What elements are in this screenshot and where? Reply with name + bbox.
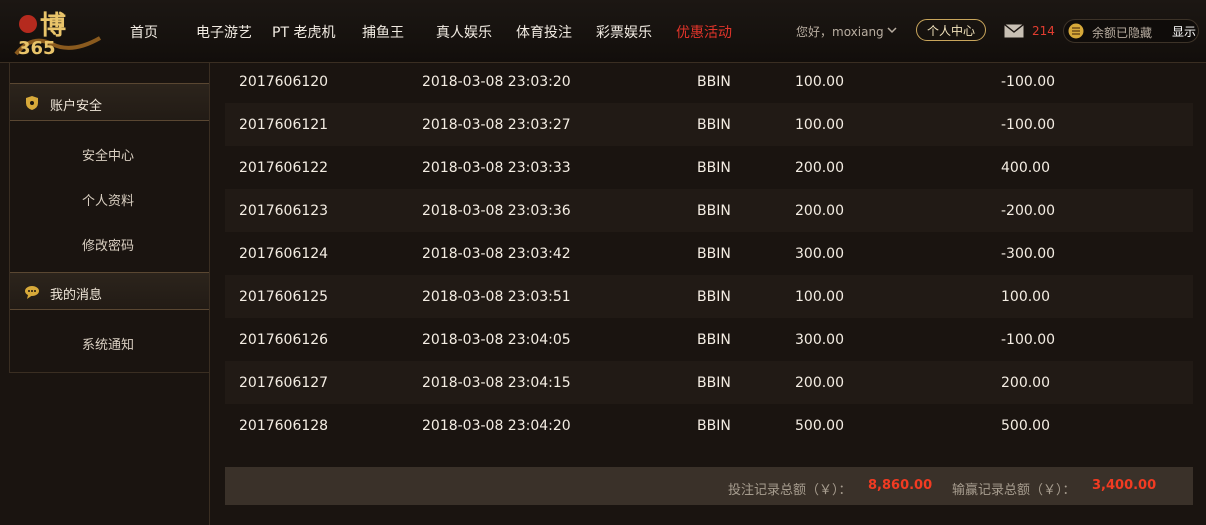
nav-lottery[interactable]: 彩票娱乐: [596, 22, 652, 42]
platform: BBIN: [697, 332, 731, 348]
nav-pt-slots[interactable]: PT 老虎机: [272, 22, 335, 42]
platform: BBIN: [697, 160, 731, 176]
sidebar-section-label: 我的消息: [50, 288, 103, 303]
chevron-down-icon[interactable]: [887, 26, 897, 34]
order-id: 2017606122: [239, 160, 329, 176]
bet-amount: 100.00: [795, 74, 844, 90]
balance-box: 余额已隐藏 显示: [1063, 19, 1199, 43]
order-id: 2017606124: [239, 246, 329, 262]
bet-amount: 100.00: [795, 289, 844, 305]
sidebar: 账户安全 安全中心 个人资料 修改密码 我的消息 系统通知: [9, 63, 210, 373]
bet-amount: 200.00: [795, 160, 844, 176]
table-row: 2017606124 2018-03-08 23:03:42 BBIN 300.…: [225, 232, 1193, 275]
win-loss: 500.00: [1001, 418, 1050, 434]
win-loss: 100.00: [1001, 289, 1050, 305]
platform: BBIN: [697, 203, 731, 219]
nav-promotions[interactable]: 优惠活动: [676, 22, 732, 42]
sidebar-item-personal-info[interactable]: 个人资料: [10, 190, 209, 210]
mail-count-badge: 214: [1032, 24, 1055, 38]
order-id: 2017606120: [239, 74, 329, 90]
bet-time: 2018-03-08 23:04:15: [422, 375, 571, 391]
bet-total-label: 投注记录总额（￥）：: [728, 483, 852, 498]
bet-amount: 100.00: [795, 117, 844, 133]
bet-time: 2018-03-08 23:03:27: [422, 117, 571, 133]
win-loss: -100.00: [1001, 332, 1056, 348]
platform: BBIN: [697, 117, 731, 133]
platform: BBIN: [697, 74, 731, 90]
nav-electronic-games[interactable]: 电子游艺: [196, 22, 252, 42]
win-loss: 400.00: [1001, 160, 1050, 176]
bet-time: 2018-03-08 23:03:42: [422, 246, 571, 262]
win-loss: -200.00: [1001, 203, 1056, 219]
nav-home[interactable]: 首页: [130, 22, 158, 42]
order-id: 2017606125: [239, 289, 329, 305]
bet-time: 2018-03-08 23:03:51: [422, 289, 571, 305]
win-total-label: 输赢记录总额（￥）：: [952, 483, 1076, 498]
totals-summary-bar: 投注记录总额（￥）： 8,860.00 输赢记录总额（￥）： 3,400.00: [225, 467, 1193, 505]
table-row: 2017606126 2018-03-08 23:04:05 BBIN 300.…: [225, 318, 1193, 361]
order-id: 2017606121: [239, 117, 329, 133]
bet-amount: 500.00: [795, 418, 844, 434]
table-row: 2017606125 2018-03-08 23:03:51 BBIN 100.…: [225, 275, 1193, 318]
table-row: 2017606120 2018-03-08 23:03:20 BBIN 100.…: [225, 60, 1193, 103]
bet-time: 2018-03-08 23:04:20: [422, 418, 571, 434]
win-total-value: 3,400.00: [1092, 478, 1157, 493]
shield-icon: [26, 96, 38, 110]
bet-total-value: 8,860.00: [868, 478, 933, 493]
bet-amount: 200.00: [795, 375, 844, 391]
svg-text:365: 365: [18, 38, 56, 58]
win-loss: -100.00: [1001, 117, 1056, 133]
balance-hidden-text: 余额已隐藏: [1092, 26, 1153, 40]
nav-fishing-king[interactable]: 捕鱼王: [362, 22, 404, 42]
nav-live-casino[interactable]: 真人娱乐: [436, 22, 492, 42]
chat-icon: [25, 286, 39, 299]
order-id: 2017606123: [239, 203, 329, 219]
win-loss: -100.00: [1001, 74, 1056, 90]
svg-text:博: 博: [40, 11, 66, 41]
platform: BBIN: [697, 246, 731, 262]
platform: BBIN: [697, 418, 731, 434]
bet-amount: 300.00: [795, 332, 844, 348]
table-row: 2017606123 2018-03-08 23:03:36 BBIN 200.…: [225, 189, 1193, 232]
sidebar-section-my-messages[interactable]: 我的消息: [10, 272, 209, 310]
bet-time: 2018-03-08 23:03:36: [422, 203, 571, 219]
bet-amount: 200.00: [795, 203, 844, 219]
platform: BBIN: [697, 289, 731, 305]
win-loss: 200.00: [1001, 375, 1050, 391]
order-id: 2017606127: [239, 375, 329, 391]
sidebar-item-change-password[interactable]: 修改密码: [10, 235, 209, 255]
top-navigation-bar: 博 365 首页 电子游艺 PT 老虎机 捕鱼王 真人娱乐 体育投注 彩票娱乐 …: [0, 0, 1206, 63]
bet-time: 2018-03-08 23:03:20: [422, 74, 571, 90]
mail-icon[interactable]: [1004, 24, 1024, 38]
user-greeting: 您好，moxiang: [796, 25, 884, 39]
platform: BBIN: [697, 375, 731, 391]
sidebar-section-label: 账户安全: [50, 99, 103, 114]
order-id: 2017606128: [239, 418, 329, 434]
nav-sports-betting[interactable]: 体育投注: [516, 22, 572, 42]
table-row: 2017606127 2018-03-08 23:04:15 BBIN 200.…: [225, 361, 1193, 404]
bet-time: 2018-03-08 23:04:05: [422, 332, 571, 348]
table-row: 2017606122 2018-03-08 23:03:33 BBIN 200.…: [225, 146, 1193, 189]
sidebar-item-security-center[interactable]: 安全中心: [10, 145, 209, 165]
bet-amount: 300.00: [795, 246, 844, 262]
table-row: 2017606128 2018-03-08 23:04:20 BBIN 500.…: [225, 404, 1193, 447]
personal-center-button[interactable]: 个人中心: [916, 19, 986, 41]
sidebar-item-system-notice[interactable]: 系统通知: [10, 334, 209, 354]
sidebar-section-account-security[interactable]: 账户安全: [10, 83, 209, 121]
win-loss: -300.00: [1001, 246, 1056, 262]
bet-time: 2018-03-08 23:03:33: [422, 160, 571, 176]
table-row: 2017606121 2018-03-08 23:03:27 BBIN 100.…: [225, 103, 1193, 146]
site-logo[interactable]: 博 365: [12, 4, 104, 59]
order-id: 2017606126: [239, 332, 329, 348]
show-balance-button[interactable]: 显示: [1172, 23, 1196, 40]
coin-icon: [1068, 23, 1084, 39]
